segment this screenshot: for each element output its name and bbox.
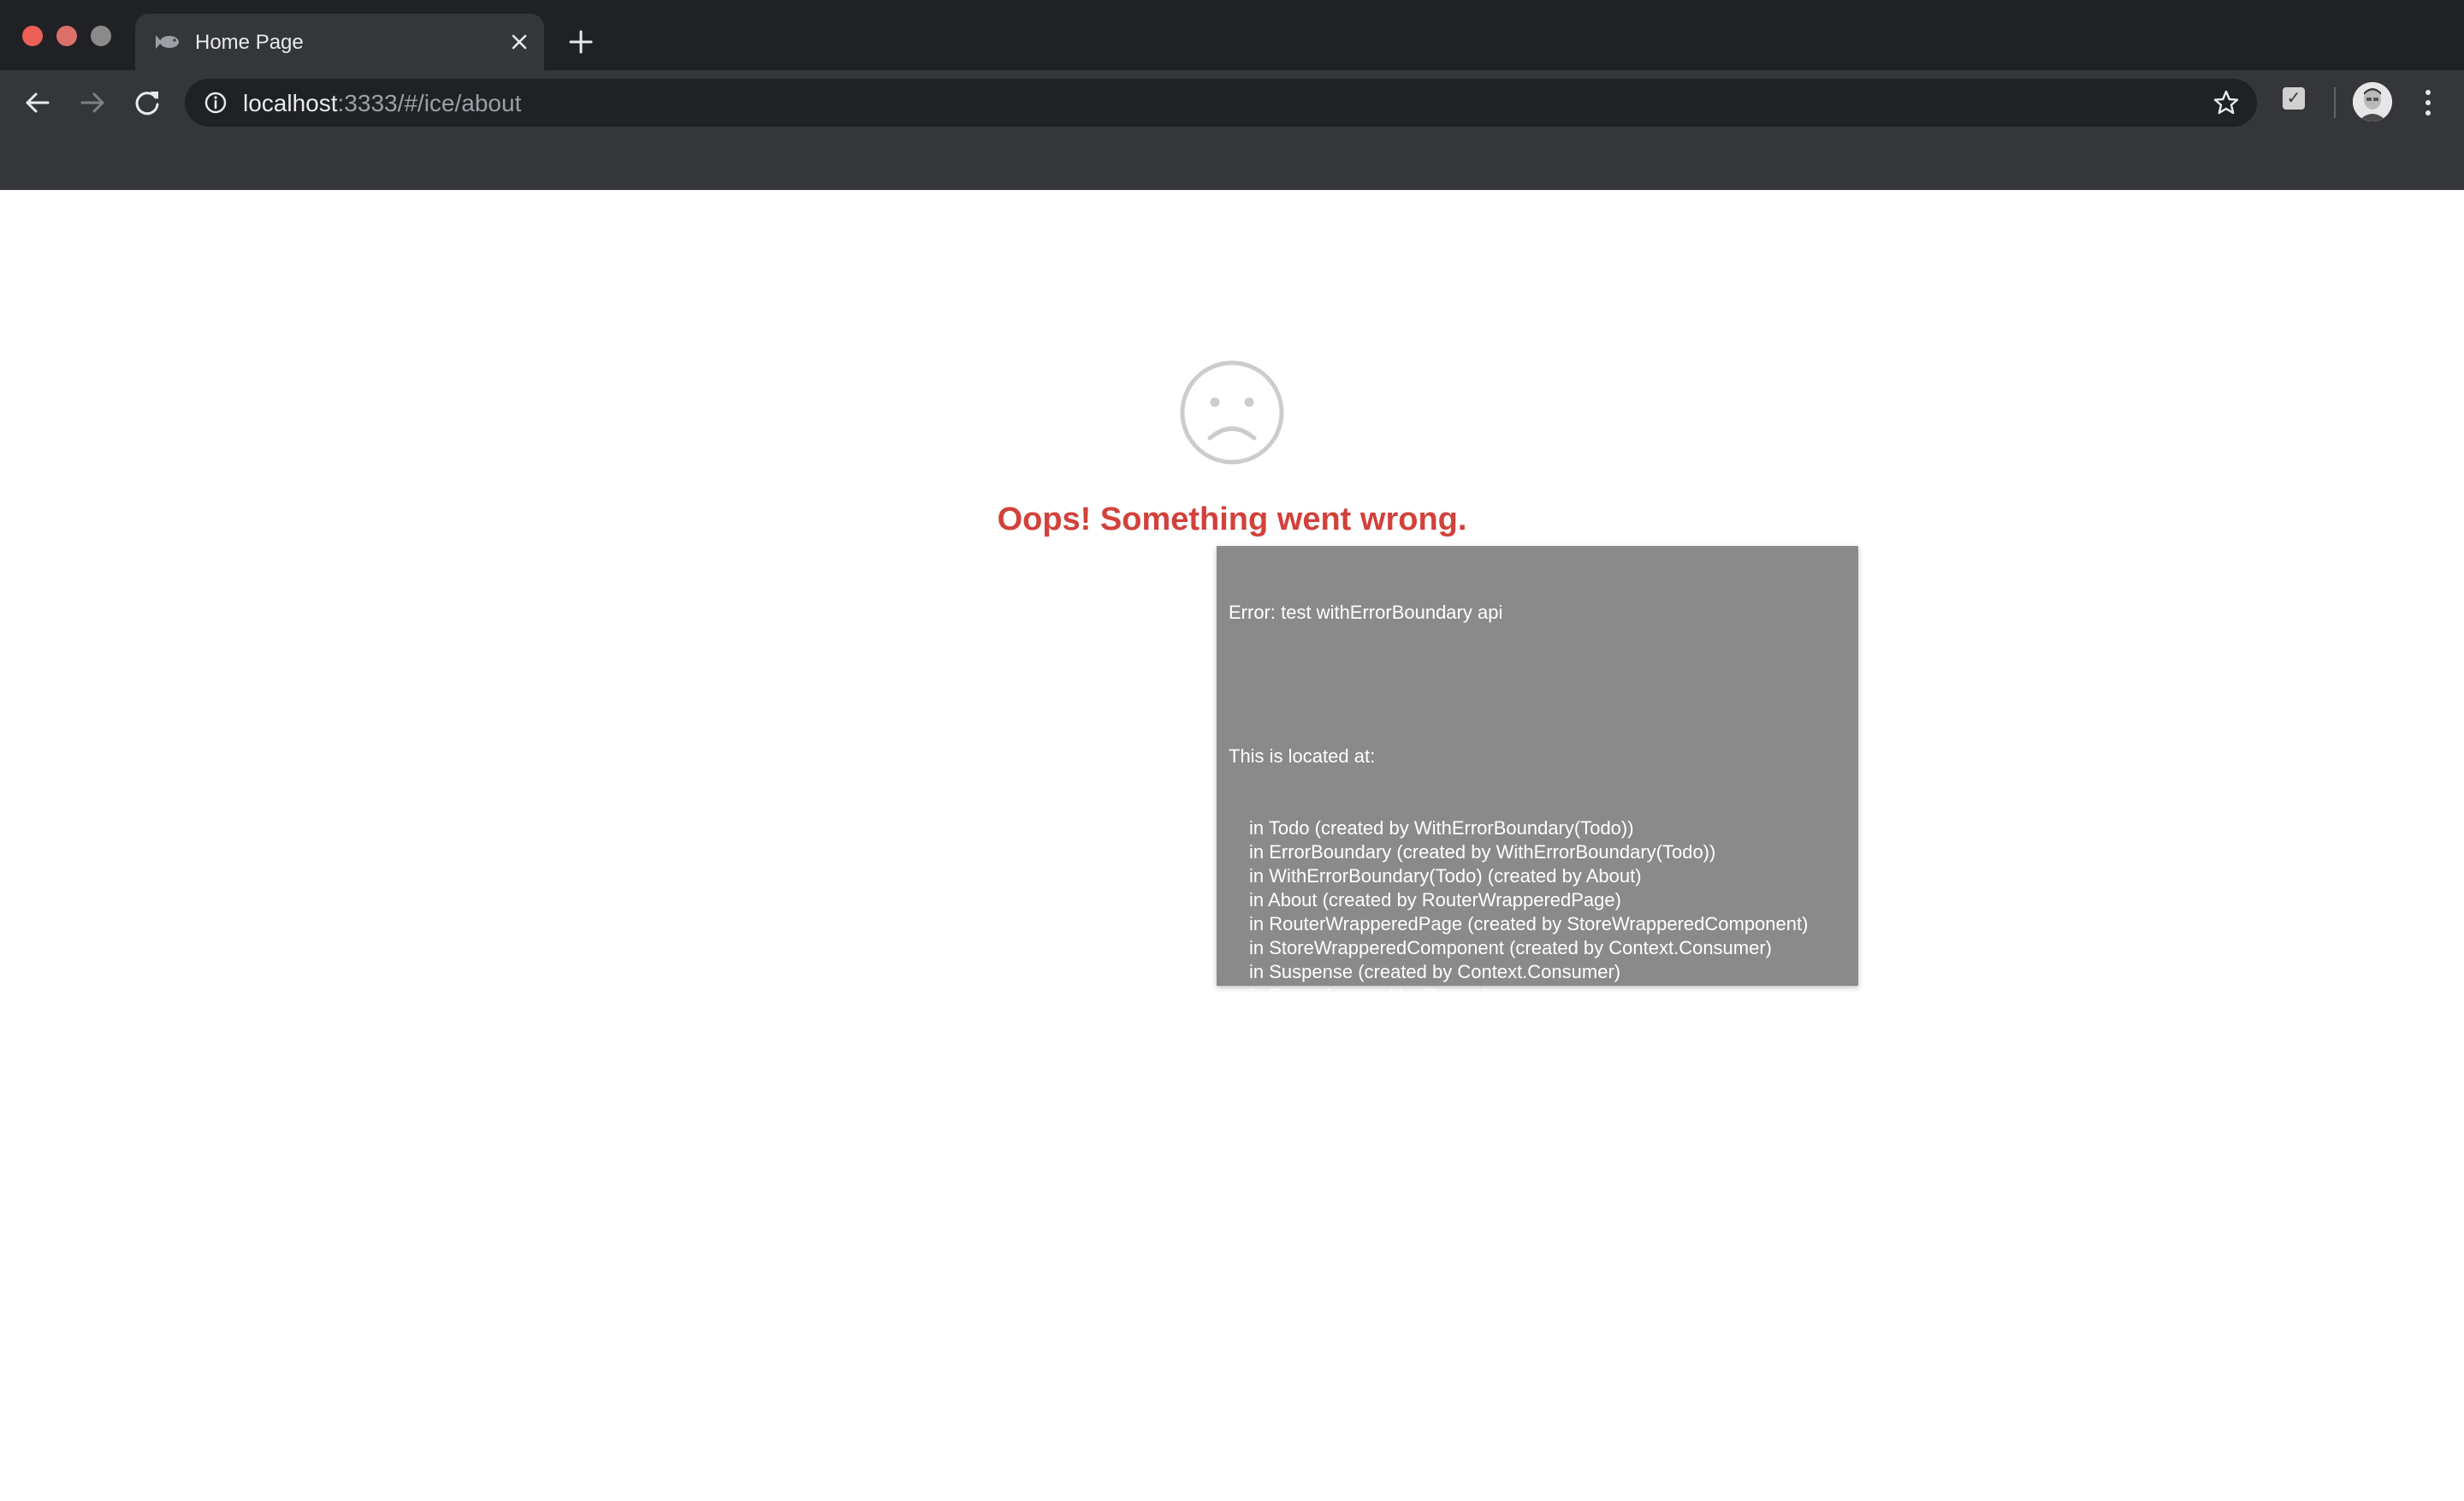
stack-line: in Suspense (created by Context.Consumer… bbox=[1249, 961, 1621, 982]
error-stack-tooltip: Error: test withErrorBoundary api This i… bbox=[1217, 546, 1858, 1174]
profile-avatar[interactable] bbox=[2353, 82, 2392, 122]
stack-line: in Unknown (created by App) bbox=[1249, 1105, 1491, 1126]
browser-window: Home Page localhost:3333/#/ice/about ✓ O… bbox=[0, 0, 2464, 1501]
url-path: :3333/#/ice/about bbox=[337, 90, 522, 116]
stack-line: in ErrorBoundary (created by App) bbox=[1249, 1129, 1535, 1150]
extension-icon[interactable]: ✓ bbox=[2283, 87, 2305, 110]
fish-favicon-icon bbox=[156, 35, 179, 49]
url-text[interactable]: localhost:3333/#/ice/about bbox=[243, 89, 521, 118]
window-close-icon[interactable] bbox=[22, 26, 43, 46]
browser-toolbar: localhost:3333/#/ice/about ✓ bbox=[0, 70, 2464, 190]
url-host: localhost bbox=[243, 90, 338, 116]
stack-line: in Router (created by IceRouter) bbox=[1249, 1057, 1519, 1078]
sad-face-icon bbox=[1180, 360, 1284, 465]
tab-title: Home Page bbox=[195, 31, 304, 54]
toolbar-divider bbox=[2334, 87, 2336, 118]
stack-line: in Switch (created by Routes) bbox=[1249, 1009, 1496, 1030]
error-title: Oops! Something went wrong. bbox=[997, 501, 1467, 537]
stack-line: in App bbox=[1249, 1153, 1302, 1174]
stack-line: in About (created by RouterWrapperedPage… bbox=[1249, 889, 1621, 911]
reload-icon[interactable] bbox=[128, 84, 166, 122]
tab-home-page[interactable]: Home Page bbox=[135, 14, 544, 70]
avatar-image bbox=[2353, 82, 2392, 122]
back-arrow-icon[interactable] bbox=[19, 84, 56, 122]
stack-line: in StoreWrapperedComponent (created by C… bbox=[1249, 937, 1773, 958]
stack-list: in Todo (created by WithErrorBoundary(To… bbox=[1229, 816, 1808, 1174]
error-details: Error: test withErrorBoundary api This i… bbox=[1229, 553, 1808, 1174]
bookmark-star-icon[interactable] bbox=[2211, 87, 2242, 118]
stack-line: in ErrorBoundary (created by WithErrorBo… bbox=[1249, 841, 1716, 863]
window-maximize-icon[interactable] bbox=[91, 26, 111, 46]
page-content: Oops! Something went wrong. Error: test … bbox=[0, 190, 2464, 1501]
location-heading: This is located at: bbox=[1229, 745, 1376, 767]
address-bar[interactable]: localhost:3333/#/ice/about bbox=[185, 79, 2257, 127]
info-icon[interactable] bbox=[202, 89, 229, 116]
stack-line: in Todo (created by WithErrorBoundary(To… bbox=[1249, 817, 1634, 839]
stack-line: in Route (created by Routes) bbox=[1249, 985, 1490, 1006]
new-tab-icon[interactable] bbox=[565, 26, 597, 58]
stack-line: in IceRouter bbox=[1249, 1081, 1351, 1102]
tab-close-icon[interactable] bbox=[505, 27, 534, 56]
tab-strip: Home Page bbox=[0, 0, 2464, 70]
window-minimize-icon[interactable] bbox=[56, 26, 77, 46]
stack-line: in Routes (created by IceRouter) bbox=[1249, 1033, 1521, 1054]
stack-line: in RouterWrapperedPage (created by Store… bbox=[1249, 913, 1809, 934]
more-vertical-dots-icon[interactable] bbox=[2411, 84, 2445, 122]
error-message: Error: test withErrorBoundary api bbox=[1229, 602, 1503, 623]
stack-line: in WithErrorBoundary(Todo) (created by A… bbox=[1249, 865, 1642, 887]
forward-arrow-icon[interactable] bbox=[74, 84, 111, 122]
